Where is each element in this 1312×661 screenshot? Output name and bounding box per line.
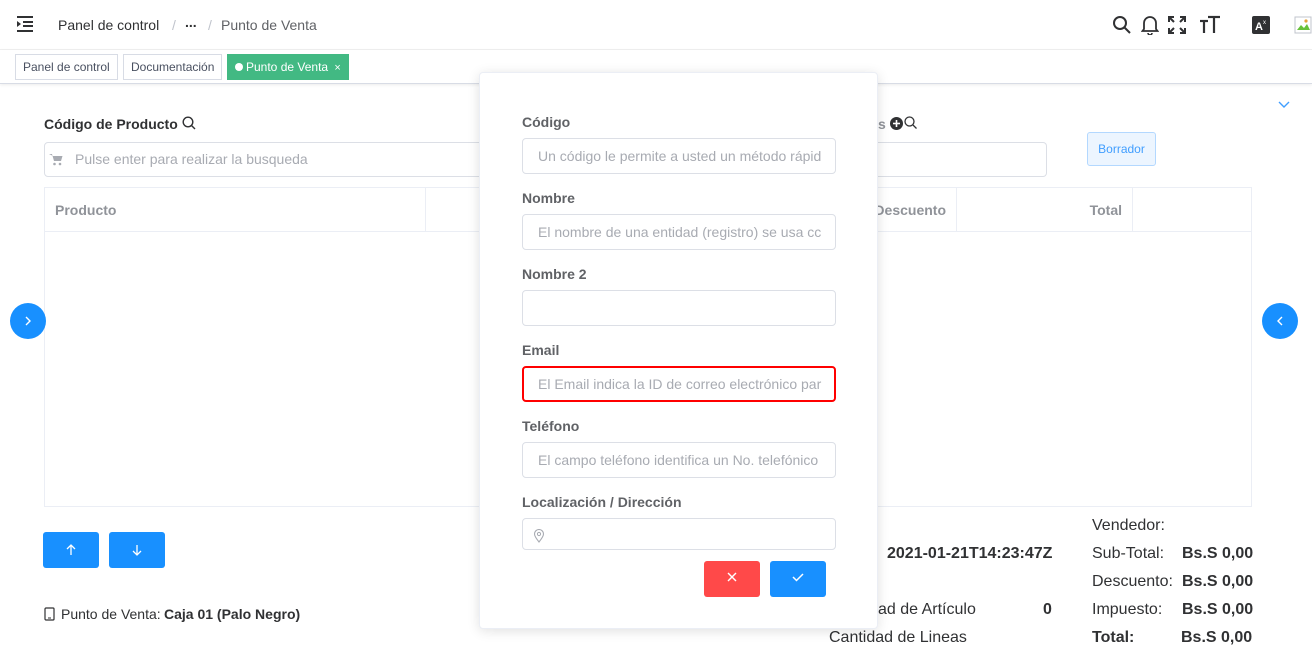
total-label: Total:: [1092, 629, 1135, 646]
direccion-input[interactable]: [522, 518, 836, 550]
product-code-label: Código de Producto: [44, 116, 178, 132]
close-icon: [726, 570, 738, 588]
codigo-input[interactable]: Un código le permite a usted un método r…: [522, 138, 836, 174]
confirm-button[interactable]: [770, 561, 826, 597]
nombre-input[interactable]: El nombre de una entidad (registro) se u…: [522, 214, 836, 250]
svg-text:A: A: [1255, 21, 1263, 33]
nombre2-input[interactable]: [522, 290, 836, 326]
telefono-input[interactable]: El campo teléfono identifica un No. tele…: [522, 442, 836, 478]
check-icon: [791, 570, 805, 588]
search-icon[interactable]: [1111, 14, 1133, 36]
order-date: 2021-01-21T14:23:47Z: [887, 545, 1053, 562]
avatar-image[interactable]: [1294, 14, 1312, 36]
codigo-label: Código: [522, 114, 571, 130]
qty-lines-label: Cantidad de Lineas: [829, 629, 967, 646]
menu-toggle-icon[interactable]: [16, 15, 34, 33]
descuento-label: Descuento:: [1092, 573, 1173, 590]
breadcrumb-more[interactable]: ...: [185, 14, 197, 30]
product-search-input[interactable]: Pulse enter para realizar la busqueda: [44, 142, 484, 177]
business-partner-input[interactable]: [870, 142, 1047, 177]
tag-close-icon[interactable]: ×: [334, 62, 340, 74]
descuento-value: Bs.S 0,00: [1182, 573, 1254, 590]
business-partner-label: s: [878, 116, 886, 132]
tag-label: Punto de Venta: [246, 60, 329, 74]
column-header-descuento: Descuento: [871, 188, 957, 232]
borrador-button[interactable]: Borrador: [1087, 132, 1156, 166]
email-label: Email: [522, 342, 560, 358]
bell-icon[interactable]: [1139, 14, 1161, 36]
expand-right-button[interactable]: [1262, 303, 1298, 339]
cancel-button[interactable]: [704, 561, 760, 597]
fullscreen-icon[interactable]: [1166, 14, 1188, 36]
qty-articles-value: 0: [1043, 601, 1052, 618]
translate-icon[interactable]: Ax: [1250, 14, 1272, 36]
navbar: Panel de control / ... / Punto de Venta …: [0, 0, 1312, 50]
email-input[interactable]: El Email indica la ID de correo electrón…: [522, 366, 836, 402]
breadcrumb-separator: /: [172, 17, 176, 33]
direccion-label: Localización / Dirección: [522, 494, 682, 510]
breadcrumb-separator: /: [208, 17, 212, 33]
tag-punto-de-venta[interactable]: Punto de Venta ×: [227, 54, 349, 80]
total-value: Bs.S 0,00: [1181, 629, 1253, 646]
pos-value: Caja 01 (Palo Negro): [164, 606, 301, 622]
move-up-button[interactable]: [43, 532, 99, 568]
telefono-label: Teléfono: [522, 418, 580, 434]
new-customer-popover: Código Un código le permite a usted un m…: [479, 72, 878, 629]
impuesto-label: Impuesto:: [1092, 601, 1163, 618]
move-down-button[interactable]: [109, 532, 165, 568]
vendedor-label: Vendedor:: [1092, 517, 1165, 534]
active-dot-icon: [235, 63, 243, 71]
svg-text:x: x: [1263, 20, 1266, 26]
subtotal-value: Bs.S 0,00: [1182, 545, 1254, 562]
impuesto-value: Bs.S 0,00: [1182, 601, 1254, 618]
expand-left-button[interactable]: [10, 303, 46, 339]
chevron-down-icon[interactable]: [1277, 96, 1291, 114]
font-size-icon[interactable]: [1199, 14, 1221, 36]
nombre-label: Nombre: [522, 190, 575, 206]
tag-panel-de-control[interactable]: Panel de control: [15, 54, 118, 80]
column-header-total: Total: [957, 188, 1133, 232]
add-circle-icon[interactable]: [890, 117, 903, 135]
qty-articles-label: ad de Artículo: [878, 601, 976, 618]
shopping-cart-icon: [49, 153, 63, 171]
subtotal-label: Sub-Total:: [1092, 545, 1165, 562]
location-pin-icon[interactable]: [533, 528, 545, 548]
tablet-icon: [44, 607, 55, 626]
column-header-blank: [426, 188, 486, 232]
search-icon[interactable]: [904, 116, 917, 134]
breadcrumb-current: Punto de Venta: [221, 17, 317, 33]
tag-documentacion[interactable]: Documentación: [123, 54, 223, 80]
search-icon[interactable]: [182, 116, 196, 135]
column-header-producto: Producto: [45, 188, 426, 232]
breadcrumb-home[interactable]: Panel de control: [58, 17, 159, 33]
nombre2-label: Nombre 2: [522, 266, 587, 282]
pos-label: Punto de Venta:: [61, 606, 161, 622]
